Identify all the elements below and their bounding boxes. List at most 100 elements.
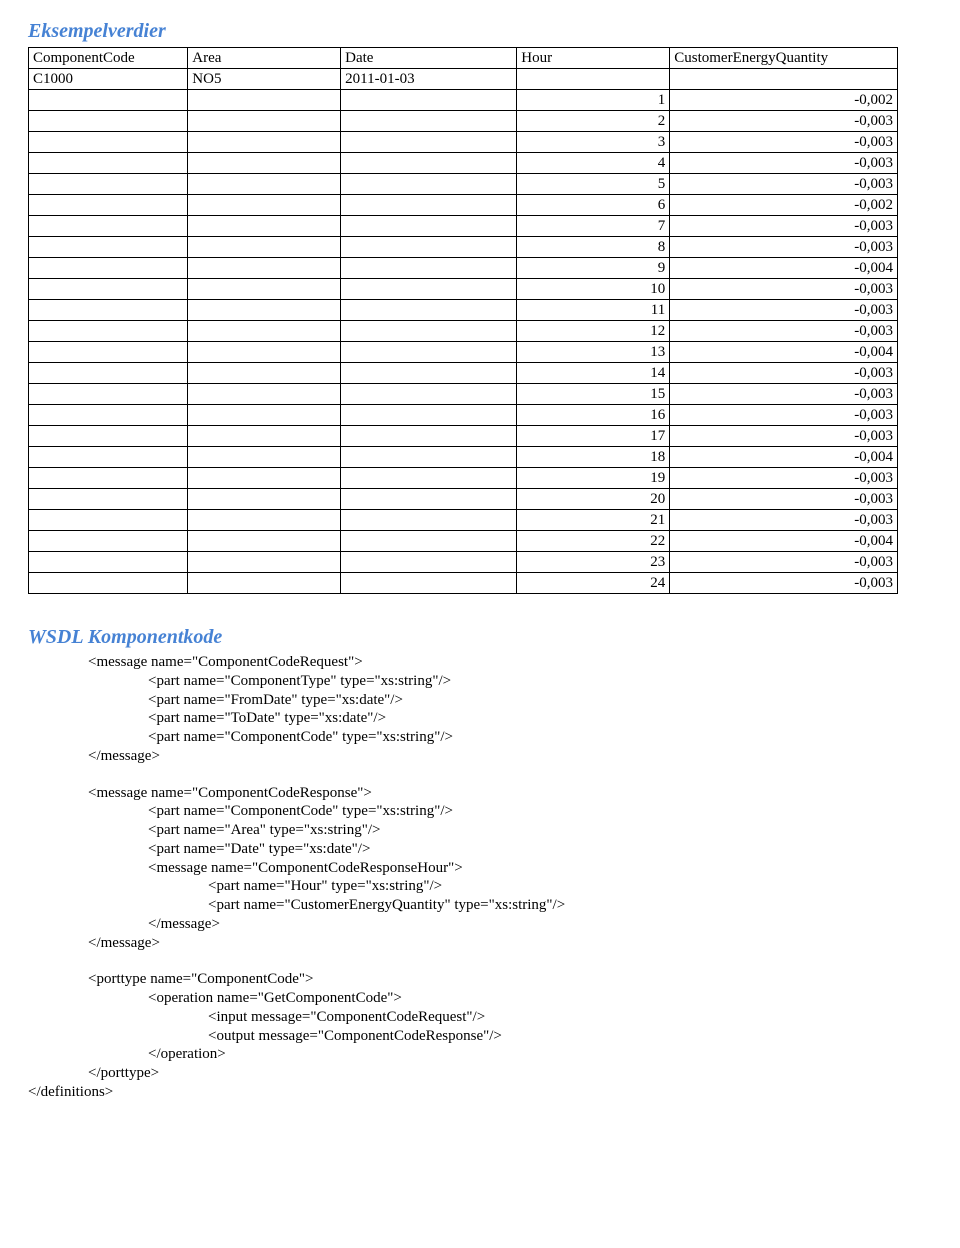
- cell: [341, 426, 517, 447]
- column-header-hour: Hour: [517, 48, 670, 69]
- cell: [341, 552, 517, 573]
- wsdl-line: </porttype>: [28, 1064, 932, 1083]
- cell: [29, 384, 188, 405]
- cell: 10: [517, 279, 670, 300]
- cell: -0,003: [670, 405, 898, 426]
- cell: -0,004: [670, 342, 898, 363]
- cell: [188, 489, 341, 510]
- wsdl-line: <part name="ComponentCode" type="xs:stri…: [28, 728, 932, 747]
- cell: [188, 300, 341, 321]
- cell: 21: [517, 510, 670, 531]
- wsdl-line: <message name="ComponentCodeRequest">: [28, 653, 932, 672]
- table-row: 4-0,003: [29, 153, 898, 174]
- wsdl-line: <part name="ToDate" type="xs:date"/>: [28, 709, 932, 728]
- wsdl-line: <part name="Date" type="xs:date"/>: [28, 840, 932, 859]
- cell: [188, 447, 341, 468]
- wsdl-line: <output message="ComponentCodeResponse"/…: [28, 1027, 932, 1046]
- cell: 16: [517, 405, 670, 426]
- cell: [29, 237, 188, 258]
- wsdl-line: <part name="Area" type="xs:string"/>: [28, 821, 932, 840]
- cell: [29, 573, 188, 594]
- cell: 8: [517, 237, 670, 258]
- cell: [341, 573, 517, 594]
- wsdl-line: <part name="ComponentCode" type="xs:stri…: [28, 802, 932, 821]
- cell: -0,003: [670, 552, 898, 573]
- cell: -0,003: [670, 426, 898, 447]
- cell: [29, 300, 188, 321]
- table-row: 22-0,004: [29, 531, 898, 552]
- cell: 13: [517, 342, 670, 363]
- wsdl-code-block: <message name="ComponentCodeRequest"> <pa…: [28, 653, 932, 1102]
- cell: [188, 468, 341, 489]
- wsdl-line: <porttype name="ComponentCode">: [28, 970, 932, 989]
- cell: [188, 552, 341, 573]
- cell: [341, 468, 517, 489]
- cell: 6: [517, 195, 670, 216]
- table-row: 24-0,003: [29, 573, 898, 594]
- table-header-row: ComponentCode Area Date Hour CustomerEne…: [29, 48, 898, 69]
- cell: [29, 90, 188, 111]
- wsdl-line: </operation>: [28, 1045, 932, 1064]
- cell: -0,003: [670, 216, 898, 237]
- table-row: 7-0,003: [29, 216, 898, 237]
- cell: [188, 174, 341, 195]
- cell: [29, 552, 188, 573]
- cell: [29, 216, 188, 237]
- cell: 9: [517, 258, 670, 279]
- cell-componentcode: C1000: [29, 69, 188, 90]
- wsdl-line: <input message="ComponentCodeRequest"/>: [28, 1008, 932, 1027]
- cell: [188, 153, 341, 174]
- cell: [29, 426, 188, 447]
- cell: [29, 132, 188, 153]
- cell: [341, 111, 517, 132]
- cell: [188, 531, 341, 552]
- cell: 18: [517, 447, 670, 468]
- cell: [341, 258, 517, 279]
- cell: [29, 363, 188, 384]
- cell: [29, 531, 188, 552]
- table-row: 20-0,003: [29, 489, 898, 510]
- cell: [29, 405, 188, 426]
- cell: -0,003: [670, 573, 898, 594]
- cell: [188, 405, 341, 426]
- cell: [29, 174, 188, 195]
- cell: [29, 342, 188, 363]
- cell: [341, 342, 517, 363]
- heading-wsdl-komponentkode: WSDL Komponentkode: [28, 626, 932, 649]
- cell: [29, 153, 188, 174]
- table-row: 13-0,004: [29, 342, 898, 363]
- cell-area: NO5: [188, 69, 341, 90]
- cell: [341, 531, 517, 552]
- cell: -0,004: [670, 447, 898, 468]
- cell: [341, 384, 517, 405]
- cell: [188, 573, 341, 594]
- cell: [188, 342, 341, 363]
- table-row: 5-0,003: [29, 174, 898, 195]
- cell: [341, 447, 517, 468]
- cell: -0,003: [670, 174, 898, 195]
- table-row: 9-0,004: [29, 258, 898, 279]
- cell: [341, 195, 517, 216]
- table-row: 17-0,003: [29, 426, 898, 447]
- cell: 20: [517, 489, 670, 510]
- heading-eksempelverdier: Eksempelverdier: [28, 20, 932, 43]
- cell: -0,003: [670, 300, 898, 321]
- cell: [29, 258, 188, 279]
- table-row: C1000 NO5 2011-01-03: [29, 69, 898, 90]
- wsdl-line: <message name="ComponentCodeResponse">: [28, 784, 932, 803]
- cell: 17: [517, 426, 670, 447]
- cell: 2: [517, 111, 670, 132]
- cell: [188, 111, 341, 132]
- table-row: 3-0,003: [29, 132, 898, 153]
- cell: [188, 132, 341, 153]
- wsdl-line: <part name="Hour" type="xs:string"/>: [28, 877, 932, 896]
- cell: [188, 90, 341, 111]
- cell: 4: [517, 153, 670, 174]
- cell: [341, 153, 517, 174]
- table-row: 19-0,003: [29, 468, 898, 489]
- wsdl-line: <message name="ComponentCodeResponseHour…: [28, 859, 932, 878]
- cell: [341, 489, 517, 510]
- cell: [341, 405, 517, 426]
- cell: [29, 447, 188, 468]
- cell: 7: [517, 216, 670, 237]
